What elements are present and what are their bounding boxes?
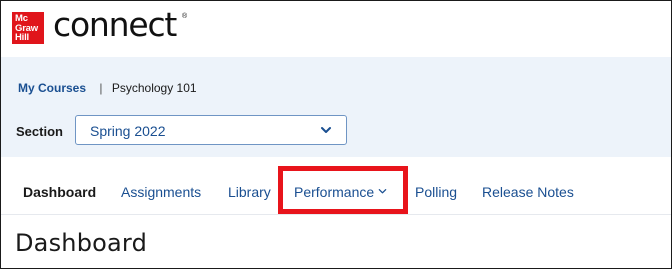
section-selected-value: Spring 2022	[90, 123, 166, 139]
tab-performance-label: Performance	[294, 184, 375, 200]
section-label: Section	[16, 124, 63, 139]
top-header: Mc Graw Hill connect ®	[1, 1, 671, 55]
mcgraw-hill-logo[interactable]: Mc Graw Hill	[12, 12, 44, 44]
tab-polling[interactable]: Polling	[415, 184, 457, 200]
breadcrumb: My Courses | Psychology 101	[18, 81, 197, 95]
my-courses-link[interactable]: My Courses	[18, 81, 86, 95]
chevron-down-icon	[378, 189, 387, 194]
registered-mark: ®	[182, 13, 188, 20]
tab-dashboard[interactable]: Dashboard	[23, 184, 96, 200]
breadcrumb-separator: |	[99, 81, 103, 95]
course-nav: Dashboard Assignments Library Performanc…	[1, 158, 671, 215]
logo-line-hill: Hill	[15, 32, 29, 44]
course-bar: My Courses | Psychology 101 Section Spri…	[1, 57, 671, 157]
current-course: Psychology 101	[111, 81, 197, 95]
tab-performance[interactable]: Performance	[294, 184, 387, 200]
page-title: Dashboard	[15, 229, 148, 257]
tab-library[interactable]: Library	[228, 184, 271, 200]
chevron-down-icon	[321, 127, 331, 133]
section-select[interactable]: Spring 2022	[75, 115, 347, 145]
tab-release-notes[interactable]: Release Notes	[482, 184, 574, 200]
connect-wordmark[interactable]: connect	[53, 5, 177, 44]
tab-assignments[interactable]: Assignments	[121, 184, 201, 200]
app-window: Mc Graw Hill connect ® My Courses | Psyc…	[0, 0, 672, 269]
